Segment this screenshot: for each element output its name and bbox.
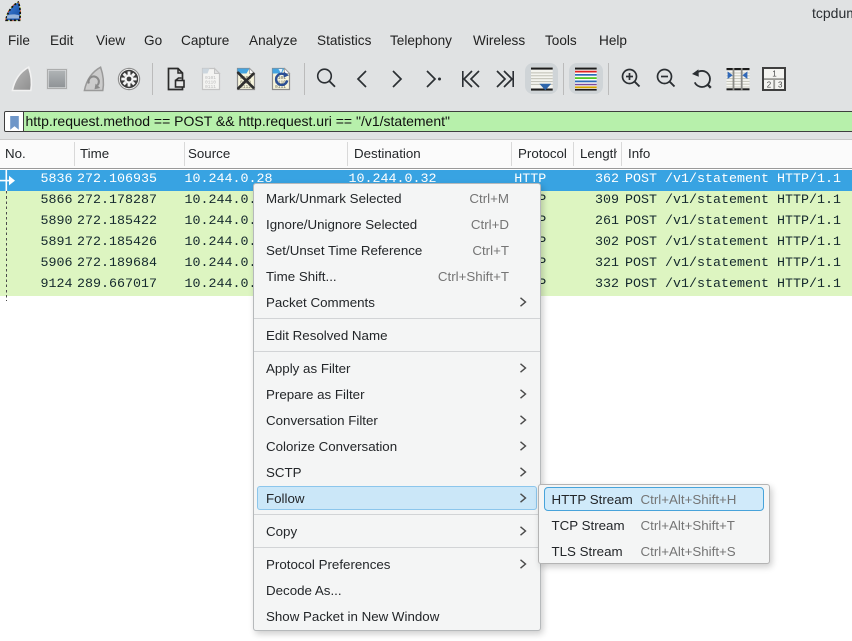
svg-text:2: 2	[767, 81, 772, 90]
svg-text:3: 3	[778, 81, 783, 90]
svg-text:1: 1	[772, 70, 777, 79]
svg-text:0111: 0111	[205, 84, 216, 90]
